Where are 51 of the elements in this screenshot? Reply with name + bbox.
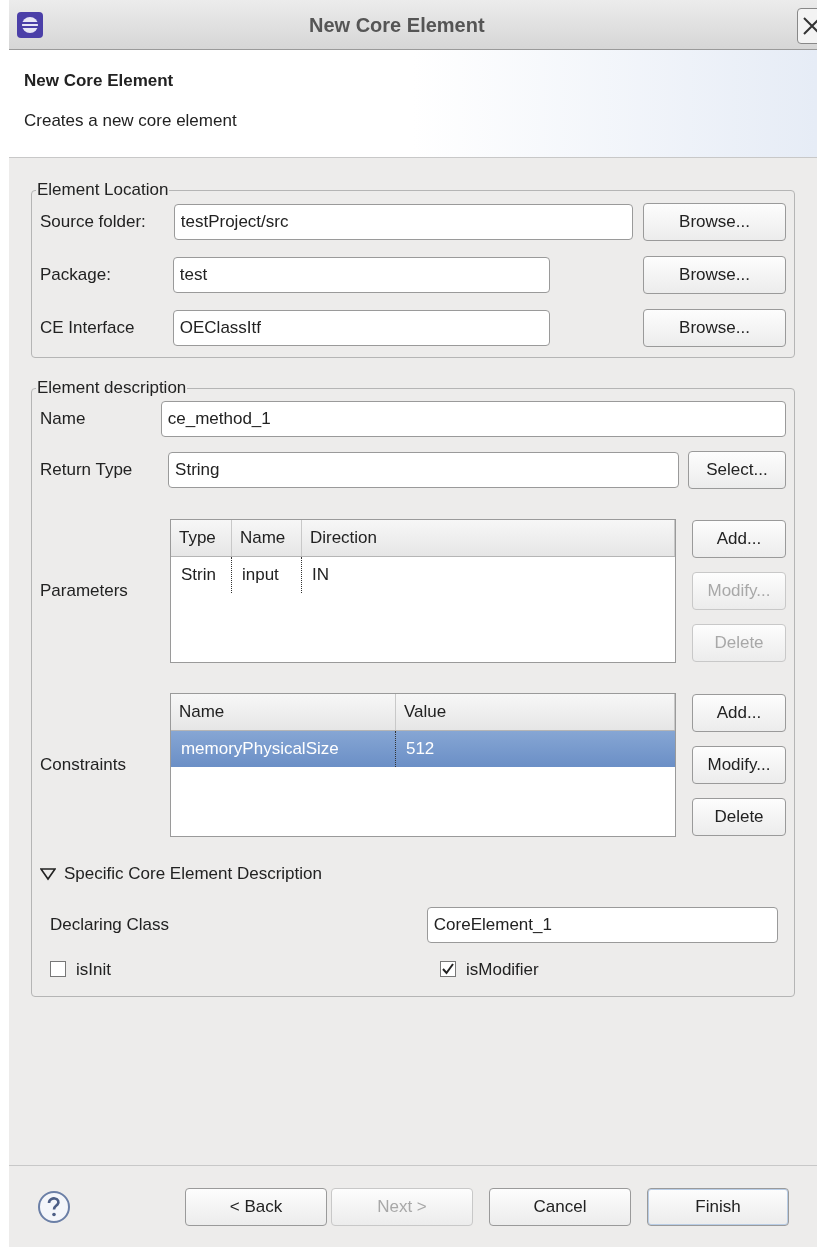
caret-down-icon xyxy=(40,866,56,881)
text-field[interactable]: String xyxy=(168,452,679,488)
column-header[interactable]: Value xyxy=(395,694,675,730)
checkbox[interactable] xyxy=(50,961,66,978)
checkbox-label: isModifier xyxy=(466,958,539,981)
dialog-button[interactable]: Select... xyxy=(688,451,786,489)
table-cell: Strin xyxy=(170,557,232,593)
field-label: Constraints xyxy=(40,754,127,777)
column-header[interactable]: Name xyxy=(170,694,396,730)
dialog-button[interactable]: Browse... xyxy=(643,203,786,241)
field-label: Declaring Class xyxy=(50,913,171,936)
field-label: Parameters xyxy=(40,580,129,603)
field-label: CE Interface xyxy=(40,317,136,340)
dialog-button[interactable]: < Back xyxy=(185,1187,327,1226)
checkbox-option[interactable]: isModifier xyxy=(440,956,539,982)
dialog-button[interactable]: Browse... xyxy=(643,309,786,347)
app-icon xyxy=(17,11,43,38)
help-icon[interactable] xyxy=(37,1189,71,1224)
page-description: Creates a new core element xyxy=(24,109,238,132)
text-field[interactable]: CoreElement_1 xyxy=(426,906,778,943)
column-header[interactable]: Name xyxy=(231,520,302,556)
field-label: Name xyxy=(40,408,87,431)
dialog-button[interactable]: Modify... xyxy=(692,746,786,784)
column-header[interactable]: Direction xyxy=(301,520,675,556)
checkbox[interactable] xyxy=(440,961,456,978)
text-field[interactable]: test xyxy=(172,257,550,293)
checkbox-option[interactable]: isInit xyxy=(50,956,440,982)
field-label: Source folder: xyxy=(40,211,147,234)
table-cell-text: 512 xyxy=(404,738,436,761)
dialog-button[interactable]: Cancel xyxy=(489,1187,631,1226)
text-field[interactable]: ce_method_1 xyxy=(160,401,786,437)
table-row[interactable]: Strin input IN xyxy=(170,557,675,593)
column-header[interactable]: Type xyxy=(170,520,232,556)
dialog-button[interactable]: Add... xyxy=(692,694,786,732)
section-toggle[interactable]: Specific Core Element Description xyxy=(40,861,786,887)
check-icon xyxy=(442,963,454,976)
window-title: New Core Element xyxy=(309,12,485,38)
dialog-button[interactable]: Finish xyxy=(647,1187,789,1226)
dialog-button[interactable]: Browse... xyxy=(643,256,786,294)
table-cell: input xyxy=(231,557,302,593)
dialog-button[interactable]: Add... xyxy=(692,520,786,558)
field-label: Package: xyxy=(40,264,112,287)
page-title: New Core Element xyxy=(24,70,175,92)
table-cell-text: IN xyxy=(310,564,330,587)
table-cell: memoryPhysicalSize xyxy=(170,731,396,767)
text-field[interactable]: testProject/src xyxy=(173,204,633,240)
checkbox-label: isInit xyxy=(76,958,111,981)
text-field[interactable]: OEClassItf xyxy=(172,310,550,346)
dialog-button[interactable]: Delete xyxy=(692,798,786,836)
close-icon xyxy=(802,16,817,36)
field-label: Return Type xyxy=(40,459,134,482)
